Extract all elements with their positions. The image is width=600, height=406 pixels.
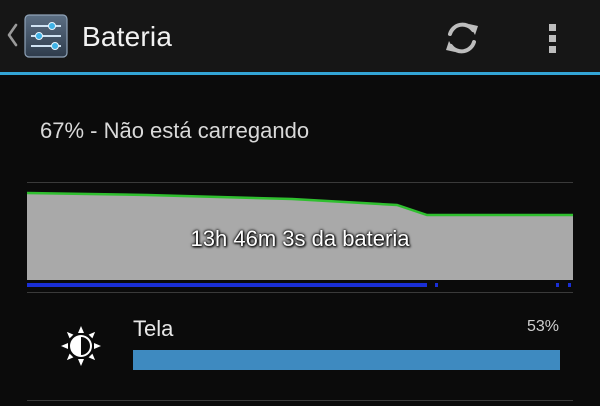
overflow-menu-button[interactable]: [535, 12, 571, 64]
brightness-icon: [61, 326, 101, 366]
battery-history-graph[interactable]: 13h 46m 3s da bateria: [27, 183, 573, 291]
page-title: Bateria: [82, 21, 173, 52]
usage-item-label: Tela: [133, 316, 174, 341]
charging-status-tick: [435, 283, 438, 287]
action-bar-divider: [0, 72, 600, 75]
usage-bar: [133, 350, 560, 370]
usage-item-percent: 53%: [526, 318, 559, 335]
usage-bar-fill: [133, 350, 560, 370]
charging-status-bar: [27, 283, 427, 287]
settings-sliders-icon: [24, 14, 68, 58]
divider: [27, 292, 573, 293]
refresh-icon: [446, 22, 478, 54]
battery-status-text: 67% - Não está carregando: [40, 118, 310, 143]
refresh-button[interactable]: [436, 12, 488, 64]
charging-status-tick: [556, 283, 559, 287]
battery-duration-label: 13h 46m 3s da bateria: [190, 226, 410, 251]
divider: [27, 400, 573, 401]
chevron-left-icon: [7, 23, 18, 47]
charging-status-tick: [568, 283, 571, 287]
overflow-menu-icon: [549, 24, 556, 53]
action-bar: Bateria: [0, 0, 600, 72]
usage-item-screen[interactable]: Tela 53%: [27, 296, 573, 396]
up-navigation-button[interactable]: [0, 6, 76, 66]
